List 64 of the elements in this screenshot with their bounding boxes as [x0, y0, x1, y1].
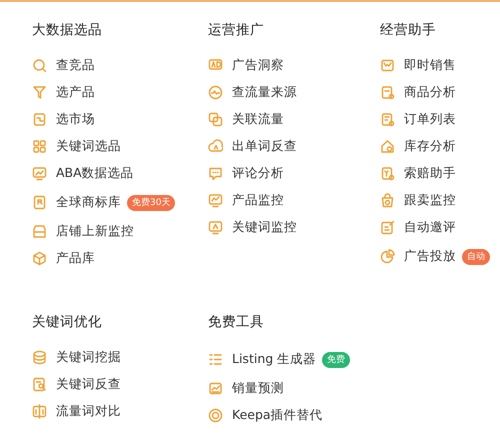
menu-item[interactable]: 关键词挖掘	[56, 349, 121, 366]
chat-icon	[208, 166, 223, 181]
search-icon	[32, 58, 47, 73]
menu-item[interactable]: 关联流量	[232, 111, 284, 128]
menu-item[interactable]: 店铺上新监控	[56, 223, 134, 240]
chart-icon	[208, 381, 223, 396]
edit-icon	[380, 220, 395, 235]
menu-item[interactable]: 库存分析	[404, 138, 456, 155]
list-icon	[208, 352, 223, 367]
menu-item[interactable]: 出单词反查	[232, 138, 297, 155]
pie-chart-icon	[380, 249, 395, 264]
monitor-icon	[32, 166, 47, 181]
section-heading: 免费工具	[208, 313, 265, 332]
copy-icon	[208, 112, 223, 127]
pulse-icon	[208, 85, 223, 100]
filter-icon	[32, 85, 47, 100]
document-icon	[32, 112, 47, 127]
document-icon	[380, 112, 395, 127]
menu-item[interactable]: 跟卖监控	[404, 192, 456, 209]
database-icon	[32, 350, 47, 365]
menu-item[interactable]: 索赔助手	[404, 165, 456, 182]
menu-item[interactable]: 流量词对比	[56, 403, 121, 420]
compare-icon	[32, 404, 47, 419]
clipboard-icon	[380, 85, 395, 100]
menu-item[interactable]: 查流量来源	[232, 84, 297, 101]
badge: 免费	[322, 352, 350, 368]
menu-item[interactable]: 商品分析	[404, 84, 456, 101]
section-heading: 大数据选品	[32, 21, 103, 40]
menu-item[interactable]: 广告投放	[404, 248, 456, 265]
menu-item[interactable]: 产品库	[56, 250, 95, 267]
menu-item[interactable]: 销量预测	[232, 380, 284, 397]
document-search-icon	[32, 377, 47, 392]
house-icon	[380, 139, 395, 154]
badge: 自动	[462, 248, 490, 264]
monitor-icon	[208, 193, 223, 208]
section-heading: 经营助手	[380, 21, 437, 40]
menu-item[interactable]: 全球商标库	[56, 194, 121, 211]
box-icon	[32, 251, 47, 266]
menu-item[interactable]: 关键词反查	[56, 376, 121, 393]
menu-item[interactable]: 评论分析	[232, 165, 284, 182]
badge: 免费30天	[127, 194, 176, 210]
section-heading: 运营推广	[208, 21, 265, 40]
menu-item[interactable]: 关键词选品	[56, 138, 121, 155]
menu-item[interactable]: 选市场	[56, 111, 95, 128]
menu-item[interactable]: 关键词监控	[232, 219, 297, 236]
menu-item[interactable]: Listing 生成器	[232, 351, 316, 368]
document-icon	[32, 195, 47, 210]
menu-item[interactable]: 订单列表	[404, 111, 456, 128]
menu-item[interactable]: 选产品	[56, 84, 95, 101]
grid-icon	[32, 139, 47, 154]
section-heading: 关键词优化	[32, 313, 103, 332]
bag-icon	[380, 193, 395, 208]
monitor-icon	[208, 220, 223, 235]
target-icon	[208, 408, 223, 423]
store-icon	[32, 224, 47, 239]
menu-item[interactable]: 产品监控	[232, 192, 284, 209]
cloud-icon	[208, 139, 223, 154]
menu-item[interactable]: 广告洞察	[232, 57, 284, 74]
menu-item[interactable]: 自动邀评	[404, 219, 456, 236]
menu-item[interactable]: Keepa插件替代	[232, 407, 323, 424]
menu-item[interactable]: 查竞品	[56, 57, 95, 74]
clipboard-icon	[380, 166, 395, 181]
menu-item[interactable]: ABA数据选品	[56, 165, 134, 182]
menu-item[interactable]: 即时销售	[404, 57, 456, 74]
